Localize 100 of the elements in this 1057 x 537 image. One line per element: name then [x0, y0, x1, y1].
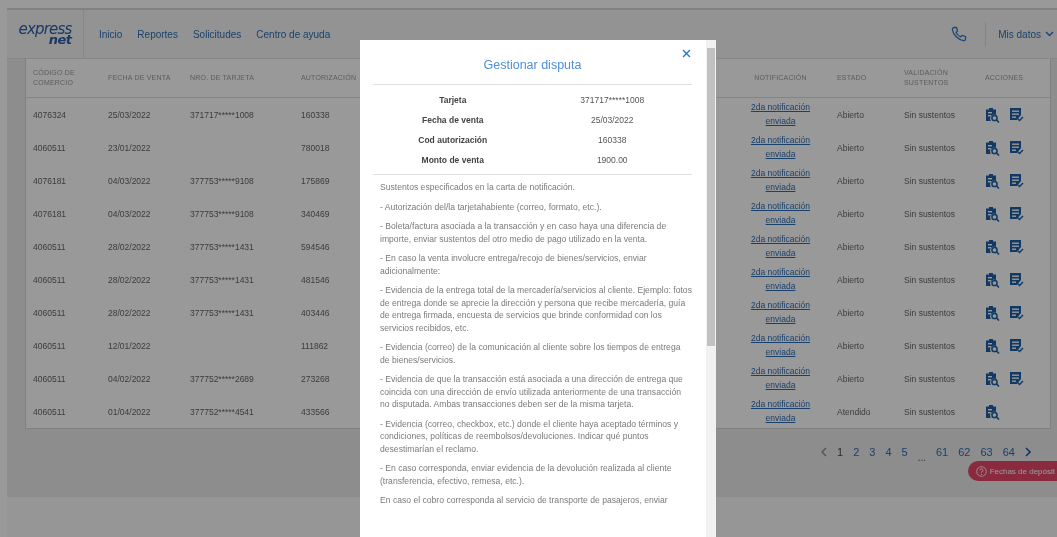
clipboard-search-icon[interactable] — [985, 271, 1000, 288]
document-check-icon[interactable] — [1009, 338, 1024, 353]
clipboard-search-icon[interactable] — [985, 337, 1000, 354]
table-cell: Abierto — [837, 142, 864, 153]
table-cell: 403446 — [301, 307, 330, 318]
table-cell: 433566 — [301, 406, 330, 417]
table-cell: 780018 — [301, 142, 330, 153]
page-link[interactable]: 61 — [935, 446, 949, 458]
detail-value: 1900.00 — [595, 155, 629, 165]
notification-link[interactable]: 2da notificación enviada — [748, 266, 813, 293]
requirement-text: - En caso corresponda, enviar evidencia de la devolución realizada al cliente (transferencia, efectivo, remesa, etc.). — [380, 462, 673, 487]
notification-link[interactable]: 2da notificación enviada — [748, 398, 813, 425]
next-page-icon[interactable] — [1024, 447, 1031, 457]
table-cell: 04/03/2022 — [108, 175, 151, 186]
page-link[interactable]: 1 — [837, 446, 844, 458]
notification-link[interactable]: 2da notificación enviada — [748, 365, 813, 392]
table-cell: 4076181 — [33, 208, 67, 219]
table-cell: 160338 — [301, 109, 330, 120]
document-check-icon[interactable] — [1009, 140, 1024, 155]
requirement-text: - En caso la venta involucre entrega/recojo de bienes/servicios, enviar adicionalmente: — [380, 252, 648, 277]
table-cell: 04/02/2022 — [108, 373, 151, 384]
table-cell: 481546 — [301, 274, 330, 285]
chevron-down-icon — [1045, 31, 1054, 37]
table-cell: 28/02/2022 — [108, 307, 151, 318]
page-link[interactable]: 3 — [869, 446, 876, 458]
detail-label: Cod autorización — [417, 135, 489, 145]
detail-label: Tarjeta — [438, 95, 468, 105]
clipboard-search-icon[interactable] — [985, 172, 1000, 189]
dialog-title: Gestionar disputa — [373, 40, 692, 85]
clipboard-search-icon[interactable] — [985, 403, 1000, 420]
detail-value: 25/03/2022 — [589, 115, 635, 125]
table-cell: Abierto — [837, 109, 864, 120]
previous-page-icon[interactable] — [821, 447, 827, 457]
account-menu[interactable]: Mis datos — [998, 28, 1057, 40]
close-icon[interactable] — [680, 47, 693, 60]
table-cell: 377753*****1431 — [190, 274, 254, 285]
table-cell: Sin sustentos — [904, 109, 956, 120]
detail-label: Monto de venta — [420, 155, 485, 165]
requirement-text: - Evidencia de la entrega total de la mercadería/servicios al cliente. Ejemplo: fotos de entrega donde se aprecie la dirección y persona que recibe mercadería, guía de entrega firmada, encuesta de servicios que brinde conformidad con los servicios recibidos, etc. — [380, 284, 692, 334]
clipboard-search-icon[interactable] — [985, 205, 1000, 222]
page-link[interactable]: 4 — [885, 446, 892, 458]
table-cell: 4076181 — [33, 175, 67, 186]
requirement-text: Sustentos especificados en la carta de notificación. — [380, 181, 576, 194]
document-check-icon[interactable] — [1009, 206, 1024, 221]
table-cell: 28/02/2022 — [108, 274, 151, 285]
page-link[interactable]: 62 — [958, 446, 971, 458]
page-link[interactable]: 5 — [901, 446, 908, 458]
clipboard-search-icon[interactable] — [985, 106, 1000, 123]
table-cell: Sin sustentos — [904, 208, 956, 219]
notification-link[interactable]: 2da notificación enviada — [748, 200, 813, 227]
document-check-icon[interactable] — [1009, 107, 1024, 122]
detail-value: 160338 — [597, 135, 628, 145]
clipboard-search-icon[interactable] — [985, 139, 1000, 156]
table-cell: 371717*****1008 — [190, 109, 254, 120]
notification-link[interactable]: 2da notificación enviada — [748, 134, 813, 161]
table-cell: Sin sustentos — [904, 241, 956, 252]
table-cell: 12/01/2022 — [108, 340, 151, 351]
nav-link[interactable]: Solicitudes — [192, 28, 242, 40]
table-cell: 04/03/2022 — [108, 208, 151, 219]
nav-link[interactable]: Reportes — [137, 28, 178, 40]
table-cell: Abierto — [837, 340, 864, 351]
phone-icon[interactable] — [951, 26, 968, 42]
table-cell: Atendido — [837, 406, 871, 417]
requirement-text: En caso el cobro corresponda al servicio de transporte de pasajeros, enviar — [380, 494, 669, 507]
page-link[interactable]: 64 — [1002, 446, 1015, 458]
deposit-dates-button[interactable]: Fechas de depósit — [967, 461, 1057, 481]
table-cell: 01/04/2022 — [108, 406, 151, 417]
table-cell: 4060511 — [33, 373, 66, 384]
page-ellipsis: ... — [917, 451, 926, 463]
page-link[interactable]: 2 — [853, 446, 860, 458]
table-cell: 4060511 — [33, 241, 66, 252]
document-check-icon[interactable] — [1009, 272, 1024, 287]
table-cell: 340469 — [301, 208, 330, 219]
document-check-icon[interactable] — [1009, 173, 1024, 188]
page-link[interactable]: 63 — [980, 446, 993, 458]
clipboard-search-icon[interactable] — [985, 238, 1000, 255]
table-cell: 377753*****9108 — [190, 175, 254, 186]
notification-link[interactable]: 2da notificación enviada — [748, 101, 813, 128]
scrollbar[interactable] — [706, 40, 716, 537]
detail-value: 371717*****1008 — [579, 95, 646, 105]
logo[interactable]: express net — [18, 22, 72, 46]
table-cell: Sin sustentos — [904, 142, 956, 153]
table-cell: Sin sustentos — [904, 307, 956, 318]
notification-link[interactable]: 2da notificación enviada — [748, 299, 813, 326]
document-check-icon[interactable] — [1009, 239, 1024, 254]
requirement-text: - Boleta/factura asociada a la transacción y en caso haya una diferencia de importe, enviar sustentos del otro medio de pago utilizado en la venta. — [380, 220, 668, 245]
table-cell: Sin sustentos — [904, 406, 956, 417]
nav-link[interactable]: Inicio — [99, 28, 123, 40]
document-check-icon[interactable] — [1009, 371, 1024, 386]
clipboard-search-icon[interactable] — [985, 370, 1000, 387]
document-check-icon[interactable] — [1009, 305, 1024, 320]
table-cell: 111862 — [301, 340, 329, 351]
nav-link[interactable]: Centro de ayuda — [256, 28, 331, 40]
clipboard-search-icon[interactable] — [985, 304, 1000, 321]
notification-link[interactable]: 2da notificación enviada — [748, 167, 813, 194]
notification-link[interactable]: 2da notificación enviada — [748, 233, 813, 260]
table-cell: Abierto — [837, 274, 864, 285]
table-cell: Sin sustentos — [904, 175, 956, 186]
notification-link[interactable]: 2da notificación enviada — [748, 332, 813, 359]
table-cell: Abierto — [837, 241, 864, 252]
